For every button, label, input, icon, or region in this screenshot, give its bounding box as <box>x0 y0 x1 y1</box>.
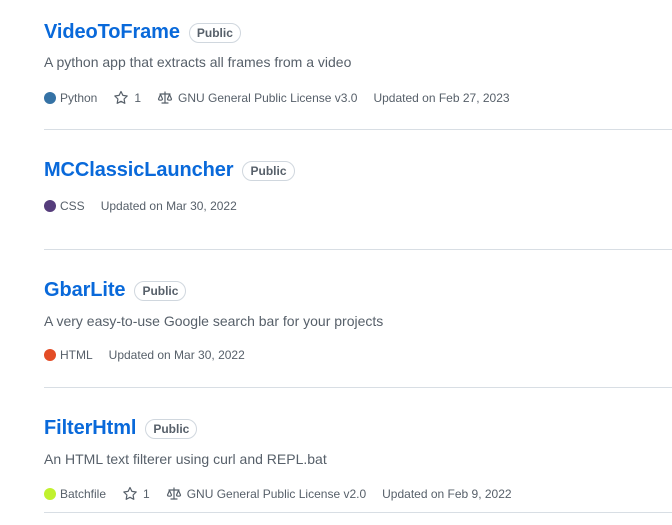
repo-title-row: FilterHtml Public <box>44 417 198 440</box>
repo-title-row: VideoToFrame Public <box>44 21 241 44</box>
license-label: GNU General Public License v3.0 <box>178 91 358 105</box>
language-label: Batchfile <box>60 487 107 501</box>
updated-time: Updated on Mar 30, 2022 <box>100 199 237 213</box>
repo-meta: HTML Updated on Mar 30, 2022 <box>44 348 261 362</box>
visibility-badge: Public <box>242 160 295 181</box>
license-label: GNU General Public License v2.0 <box>186 487 367 501</box>
language-label: HTML <box>60 348 93 362</box>
repo-name-link[interactable]: VideoToFrame <box>44 21 180 44</box>
repo-meta: Python 1 GNU General Public License v3.0… <box>44 90 526 106</box>
repo-language: HTML <box>44 348 93 362</box>
repo-description: A very easy-to-use Google search bar for… <box>44 313 384 329</box>
divider <box>44 512 672 513</box>
star-count: 1 <box>143 487 150 501</box>
repo-description: An HTML text filterer using curl and REP… <box>44 451 327 467</box>
law-icon <box>166 486 182 502</box>
divider <box>44 249 672 250</box>
repo-name-link[interactable]: FilterHtml <box>44 417 136 440</box>
star-icon <box>122 486 138 502</box>
star-count: 1 <box>134 91 142 105</box>
stargazers-link[interactable]: 1 <box>113 90 141 106</box>
repo-license: GNU General Public License v2.0 <box>166 486 366 502</box>
repo-language: Python <box>44 91 97 105</box>
visibility-badge: Public <box>188 22 241 43</box>
divider <box>44 387 672 388</box>
language-color-dot <box>44 349 56 361</box>
law-icon <box>157 90 173 106</box>
repo-language: Batchfile <box>44 487 106 501</box>
language-label: CSS <box>60 199 85 213</box>
divider <box>44 129 672 130</box>
repo-name-link[interactable]: MCClassicLauncher <box>44 159 234 182</box>
repo-meta: CSS Updated on Mar 30, 2022 <box>44 199 253 213</box>
repo-language: CSS <box>44 199 85 213</box>
visibility-badge: Public <box>134 280 187 301</box>
updated-time: Updated on Feb 9, 2022 <box>382 487 512 501</box>
repo-license: GNU General Public License v3.0 <box>157 90 357 106</box>
language-label: Python <box>60 91 98 105</box>
visibility-badge: Public <box>145 418 198 439</box>
language-color-dot <box>44 200 56 212</box>
stargazers-link[interactable]: 1 <box>122 486 150 502</box>
language-color-dot <box>44 92 56 104</box>
star-icon <box>113 90 129 106</box>
updated-time: Updated on Mar 30, 2022 <box>108 348 245 362</box>
repo-title-row: MCClassicLauncher Public <box>44 159 295 182</box>
repo-meta: Batchfile 1 GNU General Public License v… <box>44 486 528 502</box>
repo-name-link[interactable]: GbarLite <box>44 279 126 302</box>
repo-title-row: GbarLite Public <box>44 279 187 302</box>
updated-time: Updated on Feb 27, 2023 <box>373 91 510 105</box>
repo-description: A python app that extracts all frames fr… <box>44 54 352 70</box>
language-color-dot <box>44 488 56 500</box>
